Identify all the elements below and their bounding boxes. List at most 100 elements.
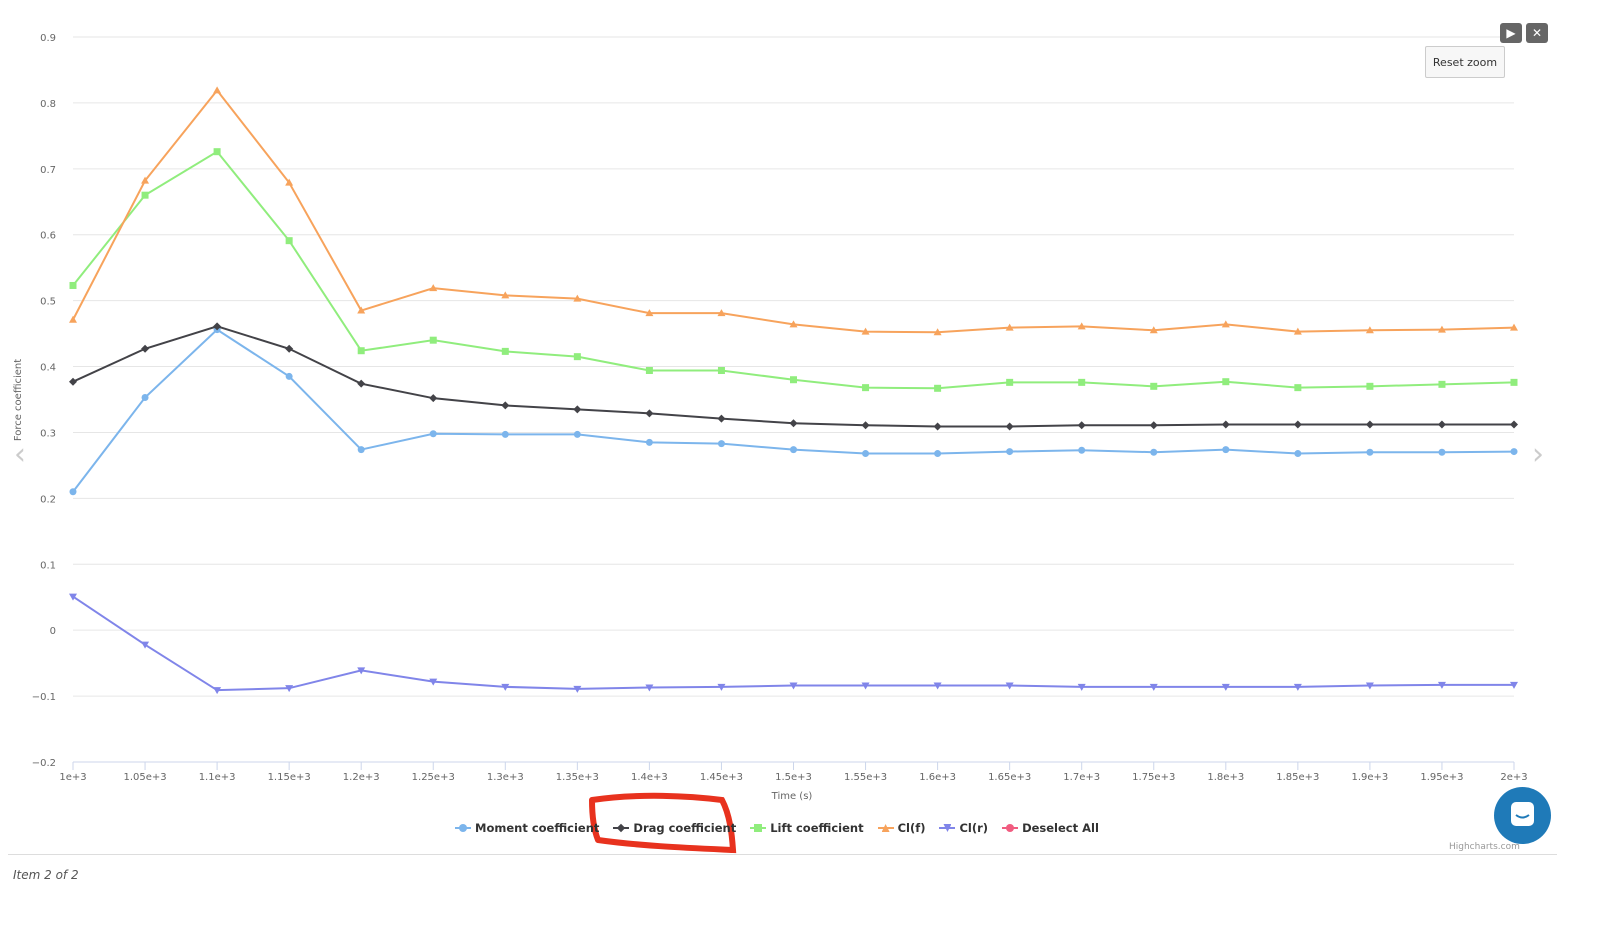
data-point-moment-coefficient bbox=[862, 450, 870, 458]
legend-label: Cl(r) bbox=[959, 821, 989, 835]
y-tick-label: 0.5 bbox=[40, 297, 56, 308]
x-tick-label: 1.55e+3 bbox=[844, 772, 887, 783]
legend-label: Deselect All bbox=[1022, 821, 1099, 835]
data-point-moment-coefficient bbox=[1366, 448, 1374, 456]
data-point-moment-coefficient bbox=[790, 446, 797, 454]
diamond-marker-icon bbox=[613, 823, 630, 833]
x-tick-label: 1.7e+3 bbox=[1063, 772, 1100, 783]
data-point-moment-coefficient bbox=[141, 394, 149, 402]
x-axis-title: Time (s) bbox=[771, 791, 813, 802]
chat-widget-button[interactable] bbox=[1494, 787, 1551, 844]
circle-marker-icon bbox=[1002, 823, 1019, 833]
data-point-moment-coefficient bbox=[357, 446, 365, 454]
data-point-drag-coefficient bbox=[573, 405, 582, 414]
legend-deselect-all[interactable]: Deselect All bbox=[1002, 821, 1099, 835]
data-point-drag-coefficient bbox=[717, 414, 726, 423]
y-axis-title: Force coefficient bbox=[13, 359, 24, 441]
data-point-moment-coefficient bbox=[1078, 446, 1086, 454]
data-point-drag-coefficient bbox=[1005, 422, 1014, 431]
legend-lift-coefficient[interactable]: Lift coefficient bbox=[750, 821, 864, 835]
line-chart: 1e+3 1.05e+3 1.1e+3 1.15e+3 1.2e+3 1.25e+3 1.3… bbox=[13, 33, 1528, 854]
data-point-lift-coefficient bbox=[1150, 382, 1158, 390]
data-point-drag-coefficient bbox=[645, 409, 654, 418]
data-point-cl-r bbox=[141, 641, 150, 649]
triangle-down-marker-icon bbox=[939, 823, 956, 833]
data-point-lift-coefficient bbox=[141, 191, 149, 199]
play-icon[interactable]: ▶ bbox=[1500, 23, 1522, 43]
series-line-lift-coefficient bbox=[72, 150, 1515, 390]
legend-cl-r[interactable]: Cl(r) bbox=[939, 821, 988, 835]
x-tick-label: 1.1e+3 bbox=[199, 772, 236, 783]
legend-drag-coefficient[interactable]: Drag coefficient bbox=[613, 821, 736, 835]
prev-arrow-icon[interactable]: ‹ bbox=[14, 437, 26, 472]
reset-zoom-button[interactable]: Reset zoom bbox=[1425, 46, 1505, 78]
data-point-moment-coefficient bbox=[1438, 448, 1446, 456]
next-arrow-icon[interactable]: › bbox=[1532, 437, 1544, 472]
data-point-cl-f bbox=[69, 315, 77, 323]
x-tick-label: 1.85e+3 bbox=[1276, 772, 1319, 783]
series-line-cl-r bbox=[72, 595, 1514, 692]
x-tick-label: 1.8e+3 bbox=[1207, 772, 1244, 783]
x-tick-label: 1.2e+3 bbox=[343, 772, 380, 783]
data-point-lift-coefficient bbox=[213, 148, 221, 156]
x-tick-label: 1.5e+3 bbox=[775, 772, 812, 783]
data-point-lift-coefficient bbox=[501, 347, 509, 355]
y-tick-label: 0.3 bbox=[40, 428, 56, 439]
y-tick-label: 0.4 bbox=[40, 363, 56, 374]
x-tick-label: 2e+3 bbox=[1500, 772, 1527, 783]
data-point-lift-coefficient bbox=[862, 384, 870, 392]
data-point-moment-coefficient bbox=[717, 440, 725, 448]
x-tick-label: 1e+3 bbox=[59, 772, 86, 783]
data-point-lift-coefficient bbox=[645, 367, 653, 374]
data-point-lift-coefficient bbox=[1438, 380, 1446, 388]
y-tick-label: −0.2 bbox=[32, 758, 56, 769]
chat-icon bbox=[1511, 802, 1534, 826]
x-tick-label: 1.05e+3 bbox=[123, 772, 166, 783]
x-tick-label: 1.3e+3 bbox=[487, 772, 524, 783]
legend: Moment coefficient Drag coefficient Lift… bbox=[455, 821, 1099, 835]
x-tick-label: 1.45e+3 bbox=[700, 772, 743, 783]
legend-label: Moment coefficient bbox=[475, 821, 600, 835]
data-point-moment-coefficient bbox=[645, 438, 653, 446]
data-point-lift-coefficient bbox=[934, 384, 942, 392]
y-tick-label: 0.8 bbox=[40, 99, 56, 110]
data-point-moment-coefficient bbox=[573, 430, 581, 438]
circle-marker-icon bbox=[455, 823, 471, 833]
data-point-lift-coefficient bbox=[285, 237, 293, 245]
y-tick-label: 0.1 bbox=[40, 560, 56, 571]
square-marker-icon bbox=[750, 823, 767, 833]
data-point-moment-coefficient bbox=[429, 430, 437, 438]
x-tick-label: 1.75e+3 bbox=[1132, 772, 1175, 783]
data-point-moment-coefficient bbox=[1222, 446, 1230, 454]
divider bbox=[8, 854, 1557, 855]
data-point-moment-coefficient bbox=[69, 488, 77, 496]
data-point-lift-coefficient bbox=[429, 336, 437, 344]
data-point-drag-coefficient bbox=[861, 421, 870, 430]
data-point-lift-coefficient bbox=[573, 353, 581, 361]
data-point-drag-coefficient bbox=[429, 394, 438, 403]
data-point-lift-coefficient bbox=[1294, 384, 1302, 392]
x-tick-label: 1.9e+3 bbox=[1352, 772, 1389, 783]
x-tick-label: 1.65e+3 bbox=[988, 772, 1031, 783]
data-point-cl-f bbox=[213, 86, 222, 94]
x-tick-label: 1.25e+3 bbox=[412, 772, 455, 783]
legend-label: Cl(f) bbox=[897, 821, 926, 835]
y-tick-label: 0.9 bbox=[40, 33, 56, 44]
close-icon[interactable]: ✕ bbox=[1526, 23, 1548, 43]
data-point-lift-coefficient bbox=[357, 347, 365, 355]
data-point-drag-coefficient bbox=[789, 419, 798, 428]
x-tick-label: 1.95e+3 bbox=[1420, 772, 1463, 783]
legend-moment-coefficient[interactable]: Moment coefficient bbox=[455, 821, 599, 835]
data-point-moment-coefficient bbox=[501, 430, 509, 438]
x-tick-label: 1.15e+3 bbox=[268, 772, 311, 783]
legend-cl-f[interactable]: Cl(f) bbox=[877, 821, 926, 835]
data-point-moment-coefficient bbox=[934, 450, 942, 458]
data-point-lift-coefficient bbox=[1078, 378, 1086, 386]
data-point-drag-coefficient bbox=[69, 377, 77, 386]
data-point-drag-coefficient bbox=[285, 344, 294, 353]
legend-label: Drag coefficient bbox=[633, 821, 737, 835]
data-point-lift-coefficient bbox=[790, 376, 797, 384]
data-point-drag-coefficient bbox=[1221, 420, 1230, 429]
data-point-drag-coefficient bbox=[1437, 420, 1446, 429]
data-point-lift-coefficient bbox=[69, 281, 77, 289]
